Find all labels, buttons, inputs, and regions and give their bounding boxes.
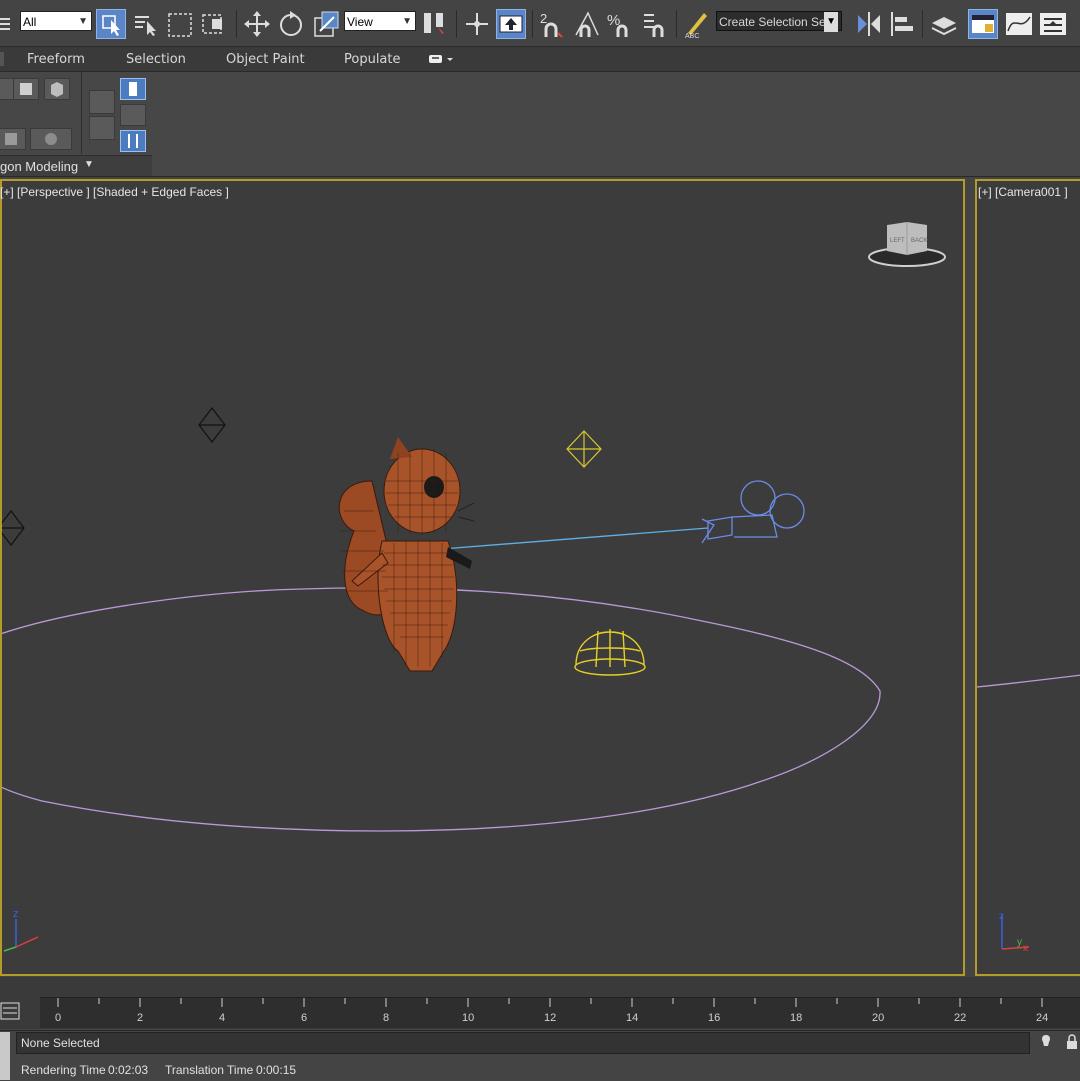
window-crossing-icon[interactable] (200, 9, 230, 39)
omni-light-left (198, 407, 226, 443)
scene-canvas: z (2, 407, 881, 952)
viewcube[interactable]: LEFT BACK (866, 219, 948, 271)
ribbon-loop-button[interactable] (120, 130, 146, 152)
omni-light-far-left (2, 510, 25, 546)
select-object-icon[interactable] (96, 9, 126, 39)
mirror-icon[interactable] (854, 9, 884, 39)
ribbon-grow-button[interactable] (89, 90, 115, 114)
squirrel-model (338, 437, 475, 672)
track-bar[interactable]: 0 2 4 6 8 10 12 14 16 18 20 22 24 (40, 997, 1080, 1028)
camera-axis-x-label: x (1023, 943, 1028, 954)
ribbon-shrink-button[interactable] (89, 116, 115, 140)
ribbon-ring-button[interactable] (120, 104, 146, 126)
timeline-tick-label: 20 (872, 1012, 885, 1024)
isolate-selection-icon[interactable] (1038, 1034, 1054, 1050)
omni-light-yellow (566, 430, 602, 468)
rotate-icon[interactable] (276, 9, 306, 39)
rendering-time-value: 0:02:03 (108, 1063, 149, 1077)
timeline-tick-label: 22 (954, 1012, 967, 1024)
tab-freeform[interactable]: Freeform (27, 52, 85, 67)
ribbon-ignore-backfacing-button[interactable] (120, 78, 146, 100)
status-selection-field: None Selected (16, 1032, 1030, 1054)
scale-icon[interactable] (312, 9, 342, 39)
camera-scene-canvas: z y x (977, 674, 1080, 954)
toggle-ribbon-icon[interactable] (968, 9, 998, 39)
select-manipulate-icon[interactable] (462, 9, 492, 39)
main-toolbar: All ▼ View ▼ 2 % ABC Create Selection Se… (0, 0, 1080, 47)
axis-z-label: z (13, 908, 19, 920)
keyboard-shortcut-override-icon[interactable] (496, 9, 526, 39)
selection-lock-icon[interactable] (1064, 1034, 1080, 1050)
ribbon-panel: gon Modeling ▼ (0, 72, 1080, 177)
timeline-tick-label: 10 (462, 1012, 475, 1024)
ribbon-tab-bar: Freeform Selection Object Paint Populate (0, 47, 1080, 72)
layer-explorer-icon[interactable] (928, 9, 958, 39)
ribbon-soft-selection-button[interactable] (30, 128, 72, 150)
timeline-tick-label: 18 (790, 1012, 803, 1024)
timeline-tick-label: 24 (1036, 1012, 1049, 1024)
ribbon-options-icon[interactable] (428, 53, 458, 69)
pivot-icon[interactable] (420, 9, 450, 39)
timeline-tick-label: 0 (55, 1012, 62, 1024)
axis-tripod: z (3, 908, 39, 952)
track-bar-ticks (57, 998, 1043, 1007)
align-icon[interactable] (888, 9, 918, 39)
select-by-name-icon[interactable] (132, 9, 162, 39)
tab-populate[interactable]: Populate (344, 52, 401, 67)
ribbon-element-button[interactable] (44, 78, 70, 100)
schematic-view-icon[interactable] (1038, 9, 1068, 39)
ribbon-polygon-button[interactable] (13, 78, 39, 100)
edit-named-selections-icon[interactable]: ABC (682, 9, 712, 40)
curve-editor-icon[interactable] (1004, 9, 1034, 39)
timeline-tick-label: 6 (301, 1012, 308, 1024)
camera-axis-z-label: z (999, 911, 1004, 922)
skylight-dome (574, 629, 646, 676)
camera-axis-y-label: y (1017, 937, 1022, 948)
ribbon-panel-title-bar[interactable]: gon Modeling ▼ (0, 155, 152, 176)
rectangular-selection-icon[interactable] (166, 9, 196, 39)
reference-coordinate-dropdown[interactable]: View ▼ (344, 11, 416, 31)
camera-viewport[interactable]: [+] [Camera001 ] z y x (975, 179, 1080, 976)
rendering-time-label: Rendering Time (21, 1063, 106, 1077)
angle-snap-icon[interactable] (572, 9, 602, 39)
camera-target-line (441, 527, 709, 550)
selection-status-text: None Selected (21, 1036, 100, 1050)
viewcube-left-label: LEFT (890, 238, 905, 244)
timeline-tick-label: 16 (708, 1012, 721, 1024)
svg-text:ABC: ABC (685, 33, 699, 39)
ribbon-tab-modeling-stub[interactable] (0, 52, 4, 66)
named-selection-sets-dropdown[interactable]: Create Selection Se ▼ (716, 11, 842, 32)
timeline-tick-label: 8 (383, 1012, 390, 1024)
percent-snap-icon[interactable]: % (606, 9, 636, 39)
tab-selection[interactable]: Selection (126, 52, 186, 67)
camera-ground-circle (977, 674, 1080, 688)
spinner-snap-icon[interactable] (640, 9, 670, 39)
snaps-toggle-icon[interactable]: 2 (538, 9, 568, 39)
perspective-viewport[interactable]: [+] [Perspective ] [Shaded + Edged Faces… (0, 179, 965, 976)
chevron-down-icon: ▼ (84, 159, 94, 170)
timeline-tick-label: 4 (219, 1012, 226, 1024)
svg-text:2: 2 (540, 11, 547, 26)
viewcube-back-label: BACK (911, 238, 927, 244)
tab-object-paint[interactable]: Object Paint (226, 52, 305, 67)
timeline-tick-label: 14 (626, 1012, 639, 1024)
timeline-tick-label: 2 (137, 1012, 144, 1024)
selection-filter-dropdown[interactable]: All ▼ (20, 11, 92, 31)
ribbon-modify-mode-button[interactable] (0, 128, 26, 150)
mini-curve-editor-icon[interactable] (0, 1000, 20, 1022)
maxscript-listener-button[interactable] (0, 1032, 10, 1080)
camera-object (701, 480, 805, 544)
timeline-tick-label: 12 (544, 1012, 557, 1024)
translation-time-value: 0:00:15 (256, 1063, 297, 1077)
move-icon[interactable] (242, 9, 272, 39)
ribbon-panel-label: gon Modeling (0, 159, 79, 174)
translation-time-label: Translation Time (165, 1063, 254, 1077)
